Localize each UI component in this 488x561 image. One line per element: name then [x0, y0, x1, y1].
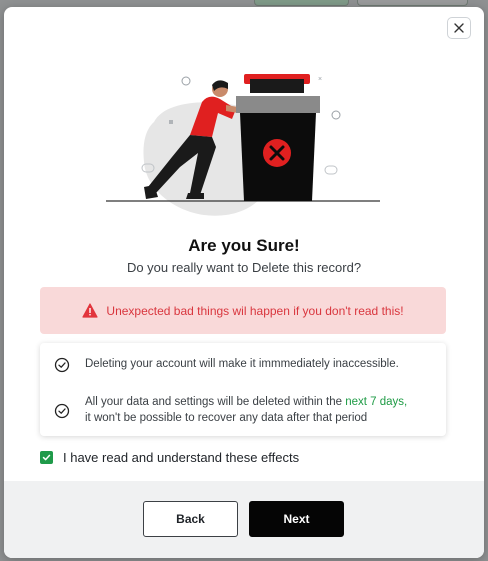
dialog-title: Are you Sure! — [188, 236, 300, 255]
info-line-2: All your data and settings will be delet… — [85, 394, 407, 426]
background-button-1 — [254, 0, 349, 6]
decor-circle-2 — [331, 110, 341, 120]
checkmark-icon — [42, 454, 51, 461]
effects-info-card: Deleting your account will make it immme… — [40, 343, 446, 436]
warning-alert: Unexpected bad things wil happen if you … — [40, 287, 446, 334]
next-button[interactable]: Next — [249, 501, 344, 537]
info-line-1: Deleting your account will make it immme… — [85, 358, 399, 370]
decor-circle-1 — [181, 76, 191, 86]
info-line-2-part1: All your data and settings will be delet… — [85, 396, 346, 408]
background-button-2 — [357, 0, 468, 6]
consent-label: I have read and understand these effects — [63, 450, 300, 465]
decor-x-box-2 — [324, 165, 338, 175]
dialog-footer: Back Next — [4, 481, 484, 558]
info-line-2-part2: it won't be possible to recover any data… — [85, 412, 368, 424]
trash-illustration: × — [106, 74, 380, 216]
delete-confirmation-dialog: × Are you Sure! Do you really want to De… — [4, 7, 484, 558]
info-row-2: All your data and settings will be delet… — [40, 393, 446, 427]
info-row-1: Deleting your account will make it immme… — [40, 356, 446, 373]
back-button[interactable]: Back — [143, 501, 238, 537]
check-circle-icon — [54, 357, 70, 373]
decor-dot — [169, 120, 173, 124]
check-circle-icon — [54, 403, 70, 419]
dialog-subtitle: Do you really want to Delete this record… — [126, 260, 362, 275]
warning-triangle-icon — [82, 303, 99, 318]
info-line-2-highlight: next 7 days, — [345, 396, 408, 408]
consent-checkbox-row[interactable]: I have read and understand these effects — [40, 450, 299, 465]
decor-x-1: × — [318, 76, 322, 83]
trash-can — [236, 74, 320, 201]
warning-alert-text: Unexpected bad things wil happen if you … — [106, 303, 404, 318]
consent-checkbox[interactable] — [40, 451, 53, 464]
